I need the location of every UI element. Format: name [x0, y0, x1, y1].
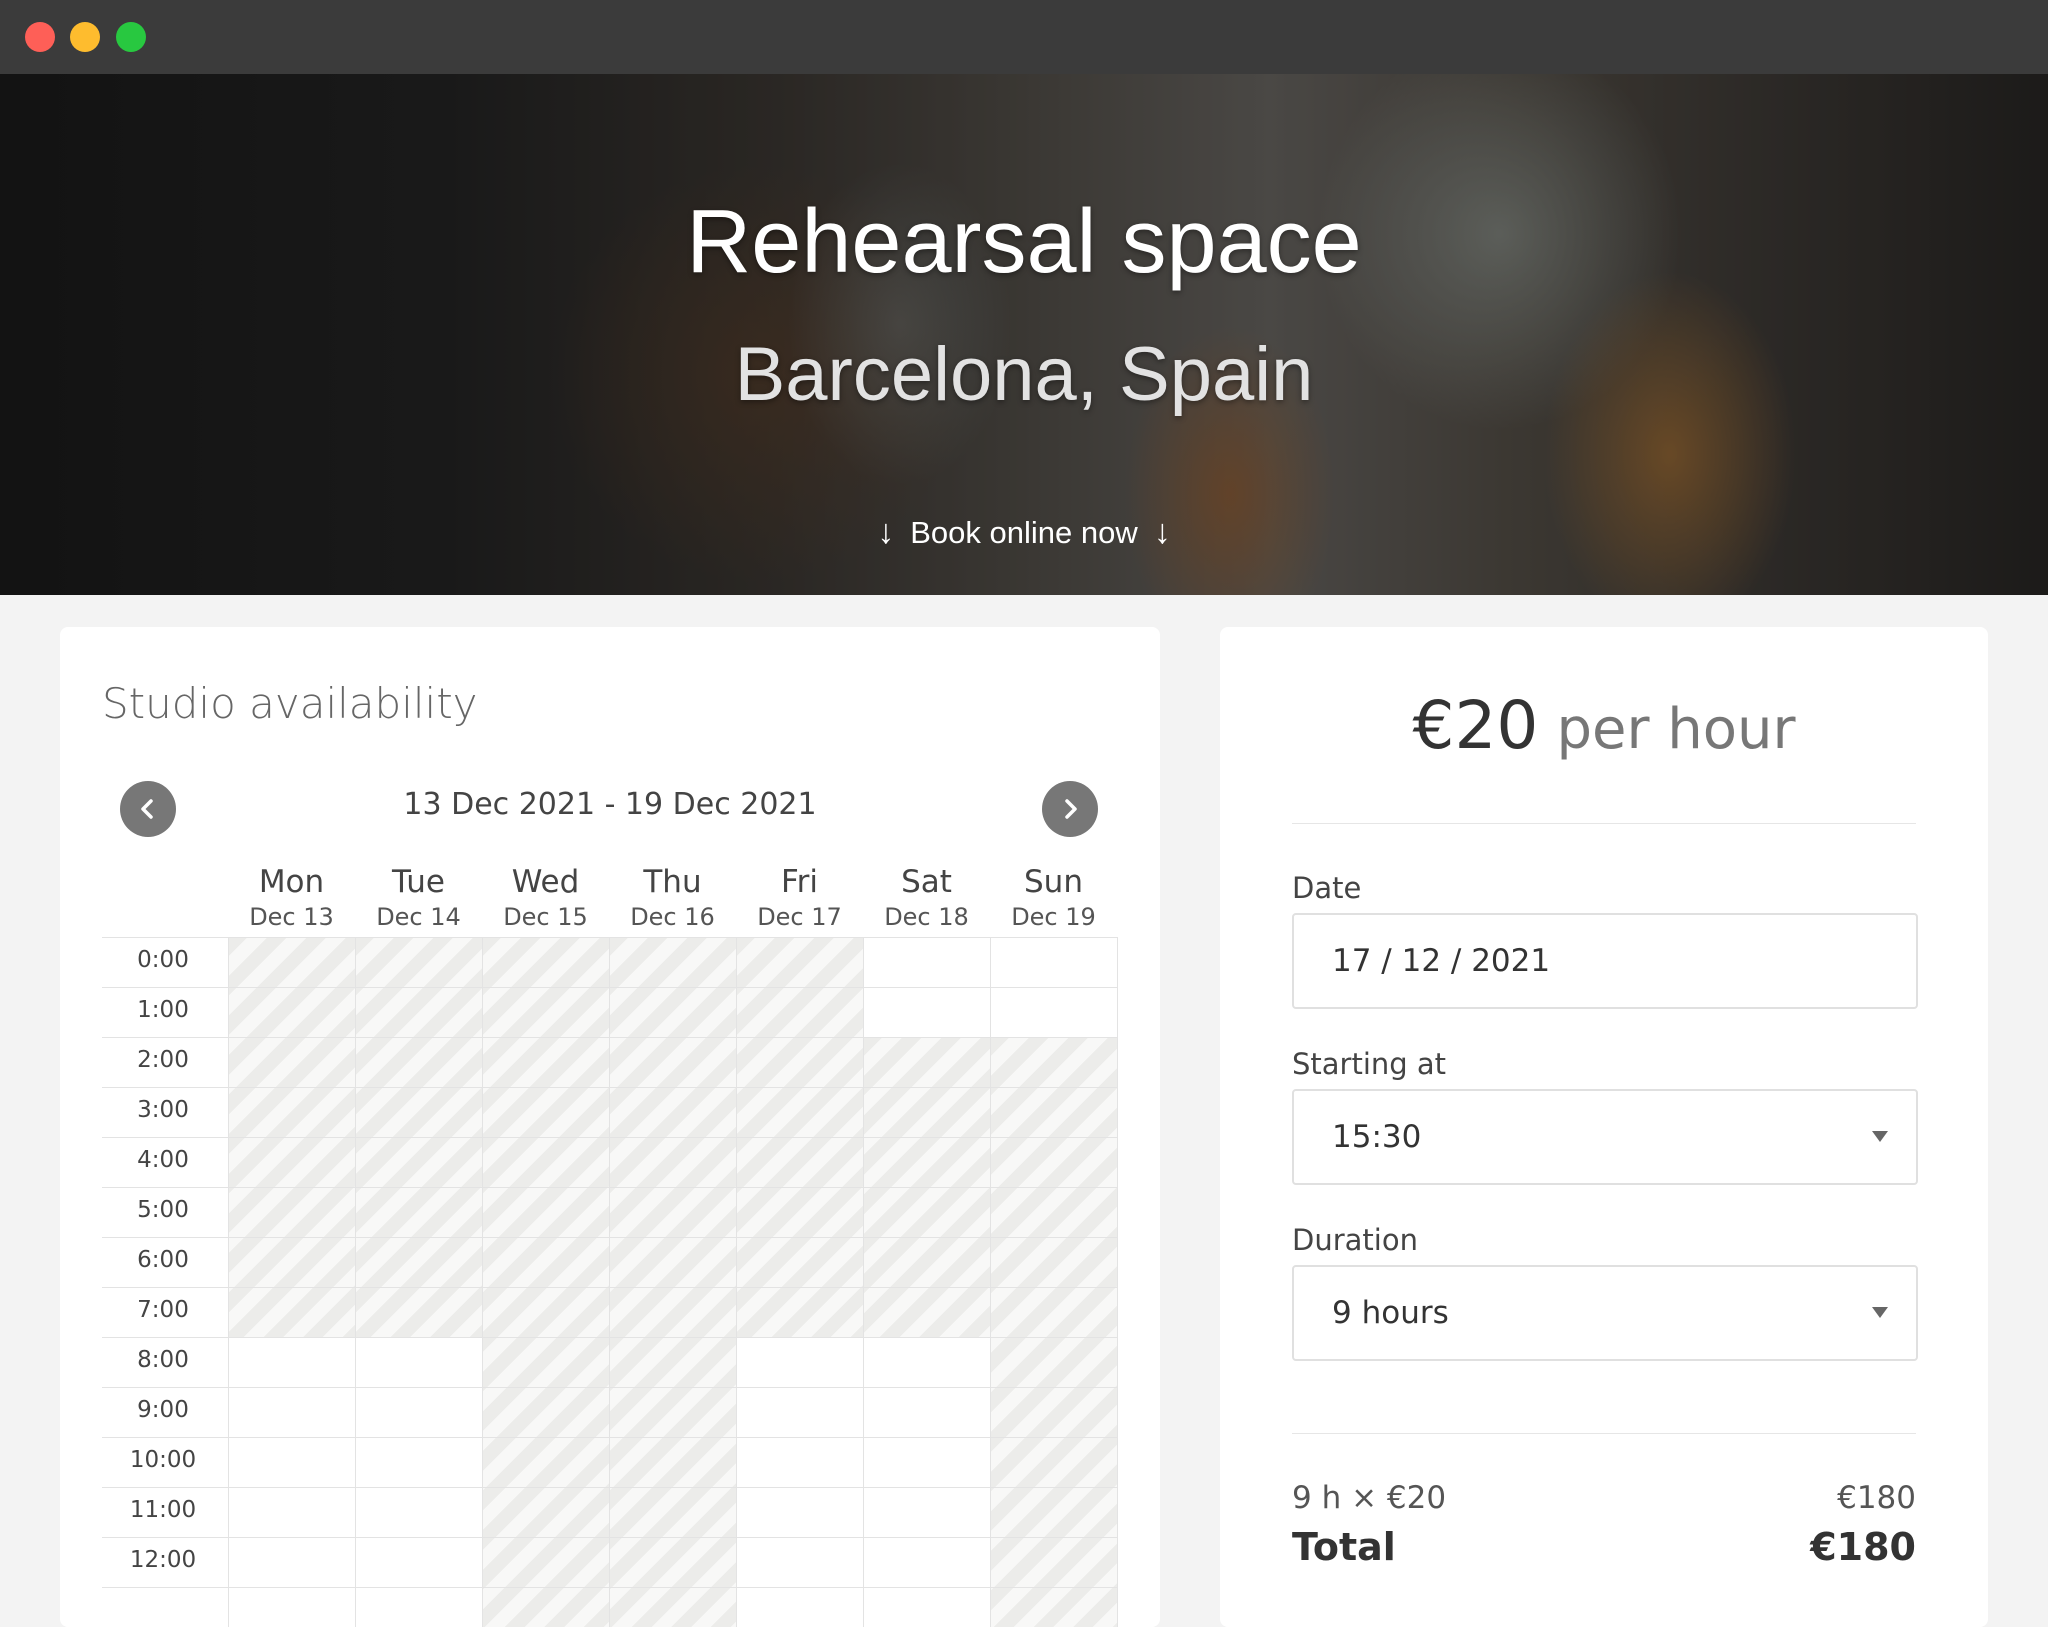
time-label: 6:00	[137, 1247, 189, 1273]
time-label: 5:00	[137, 1197, 189, 1223]
hero-title: Rehearsal space	[686, 192, 1362, 292]
booking-card: €20 per hour Date 17 / 12 / 2021 Starting…	[1220, 627, 1988, 1627]
row-divider	[102, 1487, 1118, 1488]
date-input[interactable]: 17 / 12 / 2021	[1292, 913, 1918, 1009]
arrow-down-icon: ↓	[877, 513, 895, 551]
date-label: Date	[1292, 871, 1362, 905]
day-date: Dec 15	[503, 903, 588, 931]
duration-select[interactable]: 9 hours	[1292, 1265, 1918, 1361]
day-name: Wed	[511, 864, 580, 900]
day-name: Sun	[1024, 864, 1083, 900]
duration-label: Duration	[1292, 1223, 1418, 1257]
day-header-sat: Sat Dec 18	[863, 863, 990, 933]
row-divider	[102, 1437, 1118, 1438]
availability-title: Studio availability	[102, 679, 478, 728]
close-window-button[interactable]	[25, 22, 55, 52]
chevron-right-icon	[1065, 799, 1077, 819]
price-calculation: 9 h × €20	[1292, 1480, 1447, 1516]
minimize-window-button[interactable]	[70, 22, 100, 52]
day-header-thu: Thu Dec 16	[609, 863, 736, 933]
day-header-fri: Fri Dec 17	[736, 863, 863, 933]
row-divider	[102, 1337, 1118, 1338]
row-divider	[102, 1087, 1118, 1088]
row-divider	[102, 1537, 1118, 1538]
maximize-window-button[interactable]	[116, 22, 146, 52]
hero-location: Barcelona, Spain	[734, 332, 1314, 417]
start-time-label: Starting at	[1292, 1047, 1447, 1081]
column-divider	[863, 937, 864, 1627]
column-divider	[482, 937, 483, 1627]
day-name: Mon	[258, 864, 325, 900]
column-divider	[736, 937, 737, 1627]
time-label: 9:00	[137, 1397, 189, 1423]
hero-banner: Rehearsal space Barcelona, Spain ↓ Book o…	[0, 74, 2048, 595]
day-date: Dec 16	[630, 903, 715, 931]
start-time-value: 15:30	[1332, 1119, 1422, 1155]
day-name: Tue	[392, 864, 445, 900]
total-label: Total	[1292, 1525, 1396, 1569]
time-label: 0:00	[137, 947, 189, 973]
divider	[1292, 1433, 1916, 1434]
day-header-mon: Mon Dec 13	[228, 863, 355, 933]
row-divider	[102, 1137, 1118, 1138]
day-date: Dec 13	[249, 903, 334, 931]
row-divider	[102, 1287, 1118, 1288]
row-divider	[102, 1187, 1118, 1188]
duration-value: 9 hours	[1332, 1295, 1449, 1331]
column-divider	[1117, 937, 1118, 1627]
day-name: Thu	[643, 864, 702, 900]
day-header-sun: Sun Dec 19	[990, 863, 1117, 933]
dropdown-caret-icon	[1872, 1307, 1888, 1318]
price-amount: €20	[1412, 687, 1539, 764]
booked-slot-sun	[990, 1037, 1117, 1627]
time-label: 8:00	[137, 1347, 189, 1373]
total-amount: €180	[1810, 1525, 1916, 1569]
day-date: Dec 17	[757, 903, 842, 931]
book-online-link[interactable]: ↓ Book online now ↓	[0, 510, 2048, 555]
column-divider	[228, 937, 229, 1627]
day-name: Fri	[781, 864, 818, 900]
day-name: Sat	[901, 864, 952, 900]
book-online-label: Book online now	[910, 515, 1138, 550]
dropdown-caret-icon	[1872, 1131, 1888, 1142]
arrow-down-icon: ↓	[1153, 513, 1171, 551]
divider	[1292, 823, 1916, 824]
time-label: 11:00	[129, 1497, 197, 1523]
time-label: 1:00	[137, 997, 189, 1023]
day-date: Dec 14	[376, 903, 461, 931]
row-divider	[102, 1037, 1118, 1038]
price-per-hour: €20 per hour	[1220, 687, 1988, 764]
week-range: 13 Dec 2021 - 19 Dec 2021	[403, 787, 817, 822]
booked-slot-wed	[482, 937, 609, 1627]
booked-slot-thu	[609, 937, 736, 1627]
time-label: 7:00	[137, 1297, 189, 1323]
column-divider	[990, 937, 991, 1627]
day-date: Dec 18	[884, 903, 969, 931]
row-divider	[102, 987, 1118, 988]
start-time-select[interactable]: 15:30	[1292, 1089, 1918, 1185]
column-divider	[355, 937, 356, 1627]
row-divider	[102, 1237, 1118, 1238]
time-label: 4:00	[137, 1147, 189, 1173]
availability-card: Studio availability 13 Dec 2021 - 19 Dec…	[60, 627, 1160, 1627]
window-titlebar	[0, 0, 2048, 74]
row-divider	[102, 1387, 1118, 1388]
subtotal-amount: €180	[1837, 1480, 1916, 1516]
next-week-button[interactable]	[1042, 781, 1098, 837]
time-label: 12:00	[129, 1547, 197, 1573]
day-header-tue: Tue Dec 14	[355, 863, 482, 933]
row-divider	[102, 1587, 1118, 1588]
time-label: 3:00	[137, 1097, 189, 1123]
time-label: 10:00	[129, 1447, 197, 1473]
time-label: 2:00	[137, 1047, 189, 1073]
column-divider	[609, 937, 610, 1627]
date-value: 17 / 12 / 2021	[1332, 943, 1551, 979]
day-header-wed: Wed Dec 15	[482, 863, 609, 933]
day-date: Dec 19	[1011, 903, 1096, 931]
row-divider	[102, 937, 1118, 938]
price-unit: per hour	[1556, 697, 1796, 762]
